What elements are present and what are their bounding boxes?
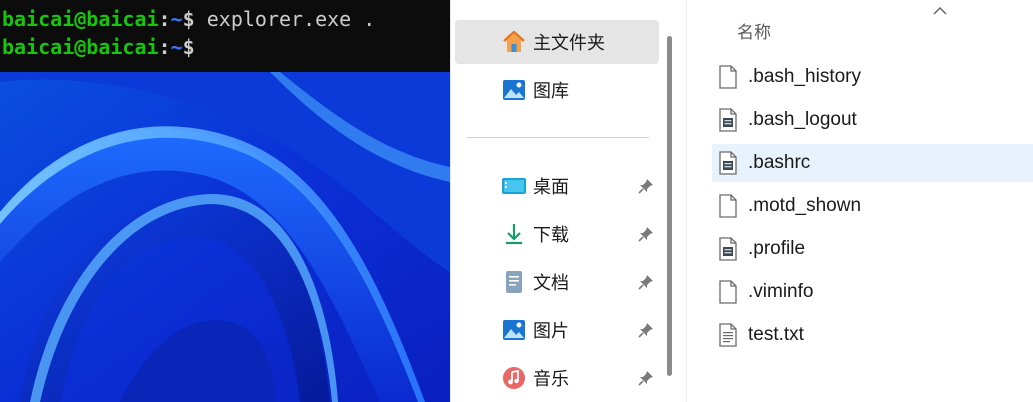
nav-label: 下载 — [533, 225, 569, 246]
prompt-separator: : — [158, 7, 171, 31]
nav-item-downloads[interactable]: 下载 — [455, 212, 659, 256]
nav-item-gallery[interactable]: 图库 — [455, 68, 659, 112]
nav-label: 音乐 — [533, 369, 569, 390]
terminal-window[interactable]: baicai@baicai:~$ explorer.exe . baicai@b… — [0, 0, 450, 72]
pin-icon[interactable] — [637, 321, 655, 339]
file-name: .motd_shown — [748, 195, 862, 216]
terminal-line-1: baicai@baicai:~$ explorer.exe . — [2, 6, 375, 32]
desktop-icon — [501, 173, 527, 199]
file-row[interactable]: .bash_logout — [712, 101, 1033, 139]
file-name: .viminfo — [748, 281, 814, 302]
prompt-path: ~ — [170, 7, 183, 31]
pin-icon[interactable] — [637, 177, 655, 195]
prompt-user: baicai@baicai — [2, 35, 159, 59]
terminal-command: explorer.exe . — [206, 7, 376, 31]
file-name: .bashrc — [748, 152, 811, 173]
file-row[interactable]: test.txt — [712, 316, 1033, 354]
nav-item-documents[interactable]: 文档 — [455, 260, 659, 304]
prompt-symbol: $ — [182, 35, 195, 59]
column-header-name[interactable]: 名称 — [737, 18, 771, 43]
nav-label: 图片 — [533, 321, 569, 342]
config-file-icon — [719, 151, 737, 175]
wallpaper-bloom-image — [0, 72, 450, 402]
nav-label: 主文件夹 — [533, 33, 605, 54]
config-file-icon — [719, 108, 737, 132]
home-icon — [501, 29, 527, 55]
documents-icon — [501, 269, 527, 295]
nav-divider — [467, 137, 649, 138]
prompt-user: baicai@baicai — [2, 7, 159, 31]
file-row[interactable]: .motd_shown — [712, 187, 1033, 225]
blank-file-icon — [719, 194, 737, 218]
blank-file-icon — [719, 65, 737, 89]
prompt-symbol: $ — [182, 7, 207, 31]
file-name: .bash_logout — [748, 109, 857, 130]
nav-scrollbar[interactable] — [667, 36, 672, 376]
pin-icon[interactable] — [637, 369, 655, 387]
nav-label: 桌面 — [533, 177, 569, 198]
file-list-pane: 名称 .bash_history .bash_logout .bashrc .m… — [686, 0, 1033, 402]
prompt-path: ~ — [170, 35, 183, 59]
blank-file-icon — [719, 280, 737, 304]
file-row-selected[interactable]: .bashrc — [712, 144, 1033, 182]
file-row[interactable]: .viminfo — [712, 273, 1033, 311]
file-name: .profile — [748, 238, 806, 259]
nav-label: 文档 — [533, 273, 569, 294]
file-row[interactable]: .bash_history — [712, 58, 1033, 96]
nav-item-music[interactable]: 音乐 — [455, 356, 659, 400]
nav-item-desktop[interactable]: 桌面 — [455, 164, 659, 208]
prompt-separator: : — [158, 35, 171, 59]
terminal-line-2: baicai@baicai:~$ — [2, 34, 195, 60]
file-name: .bash_history — [748, 66, 862, 87]
text-file-icon — [719, 323, 737, 347]
music-icon — [501, 365, 527, 391]
config-file-icon — [719, 237, 737, 261]
pin-icon[interactable] — [637, 273, 655, 291]
desktop-wallpaper — [0, 72, 450, 402]
nav-item-home[interactable]: 主文件夹 — [455, 20, 659, 64]
file-name: test.txt — [748, 324, 804, 345]
pin-icon[interactable] — [637, 225, 655, 243]
nav-label: 图库 — [533, 81, 569, 102]
gallery-icon — [501, 77, 527, 103]
file-row[interactable]: .profile — [712, 230, 1033, 268]
nav-item-pictures[interactable]: 图片 — [455, 308, 659, 352]
navigation-pane: 主文件夹 图库 桌面 下载 文档 图片 音乐 — [450, 0, 686, 402]
download-icon — [501, 221, 527, 247]
pictures-icon — [501, 317, 527, 343]
sort-chevron-up-icon[interactable] — [933, 6, 947, 16]
